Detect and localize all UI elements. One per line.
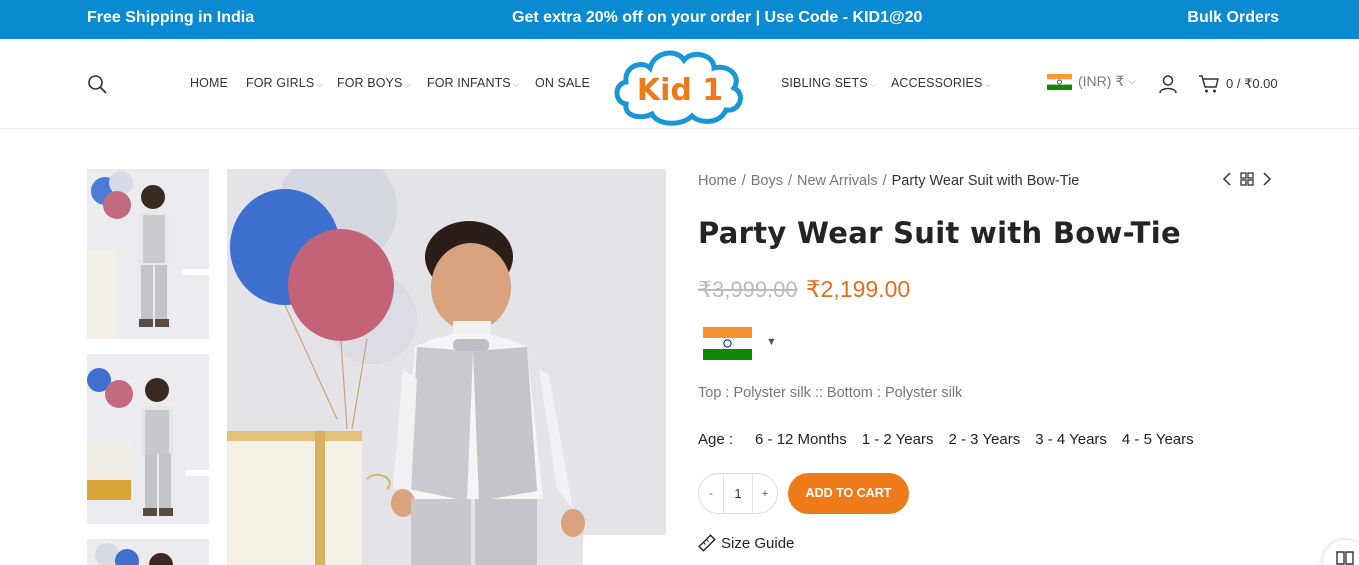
product-thumbnail-3[interactable] xyxy=(87,539,209,565)
original-price: ₹3,999.00 xyxy=(698,277,798,302)
product-title: Party Wear Suit with Bow-Tie xyxy=(698,216,1181,250)
ruler-icon xyxy=(698,534,716,552)
age-option[interactable]: 3 - 4 Years xyxy=(1035,431,1107,448)
promo-code-text: Get extra 20% off on your order | Use Co… xyxy=(512,9,923,26)
chevron-down-icon: ⌵ xyxy=(1128,76,1136,87)
breadcrumb-boys[interactable]: Boys xyxy=(751,173,783,189)
breadcrumb-separator: / xyxy=(882,173,887,189)
nav-for-infants-label: FOR INFANTS xyxy=(427,76,511,90)
age-option[interactable]: 4 - 5 Years xyxy=(1122,431,1194,448)
cart-icon[interactable] xyxy=(1198,74,1220,94)
breadcrumb-separator: / xyxy=(787,173,792,189)
age-option[interactable]: 1 - 2 Years xyxy=(862,431,934,448)
chevron-down-icon: ⌵ xyxy=(404,79,412,89)
sale-price: ₹2,199.00 xyxy=(806,276,911,302)
quantity-decrease-button[interactable]: - xyxy=(699,488,723,500)
size-guide-link[interactable]: Size Guide xyxy=(698,534,794,552)
nav-for-girls[interactable]: FOR GIRLS ⌵ xyxy=(246,76,323,90)
thumbnail-photo xyxy=(87,354,209,524)
age-label: Age : xyxy=(698,431,734,448)
material-description: Top : Polyster silk :: Bottom : Polyster… xyxy=(698,385,963,401)
chevron-left-icon[interactable] xyxy=(1222,172,1232,186)
nav-for-boys[interactable]: FOR BOYS ⌵ xyxy=(337,76,411,90)
nav-accessories-label: ACCESSORIES xyxy=(891,76,983,90)
age-option[interactable]: 6 - 12 Months xyxy=(755,431,847,448)
india-flag-icon xyxy=(1047,73,1072,90)
free-shipping-text: Free Shipping in India xyxy=(87,9,255,26)
bulk-orders-link[interactable]: Bulk Orders xyxy=(1187,9,1279,27)
product-navigation xyxy=(1222,172,1272,186)
logo-text: Kid 1 xyxy=(637,73,723,108)
breadcrumb-new-arrivals[interactable]: New Arrivals xyxy=(797,173,878,189)
breadcrumb-current: Party Wear Suit with Bow-Tie xyxy=(891,173,1080,189)
cart-total[interactable]: 0 / ₹0.00 xyxy=(1226,76,1278,92)
product-thumbnail-2[interactable] xyxy=(87,354,209,524)
nav-sibling-sets-label: SIBLING SETS xyxy=(781,76,868,90)
promo-bar: Free Shipping in India Get extra 20% off… xyxy=(0,0,1359,39)
search-icon[interactable] xyxy=(87,74,107,94)
chevron-down-icon: ⌵ xyxy=(869,79,877,89)
age-selector: Age : 6 - 12 Months 1 - 2 Years 2 - 3 Ye… xyxy=(698,431,1209,448)
main-product-photo xyxy=(227,169,666,565)
breadcrumb-home[interactable]: Home xyxy=(698,173,737,189)
user-icon[interactable] xyxy=(1158,74,1178,94)
currency-selector[interactable]: (INR) ₹ ⌵ xyxy=(1047,73,1136,90)
nav-for-girls-label: FOR GIRLS xyxy=(246,76,315,90)
india-flag-icon[interactable] xyxy=(703,327,752,360)
book-icon xyxy=(1336,551,1354,565)
breadcrumb: Home / Boys / New Arrivals / Party Wear Suit w… xyxy=(698,173,1079,189)
nav-on-sale[interactable]: ON SALE xyxy=(535,76,590,90)
kid1-logo[interactable]: Kid 1 xyxy=(612,46,748,126)
grid-icon[interactable] xyxy=(1240,172,1254,186)
dropdown-caret-icon[interactable]: ▼ xyxy=(766,336,777,348)
add-to-cart-button[interactable]: ADD TO CART xyxy=(788,473,909,514)
site-header: HOME FOR GIRLS ⌵ FOR BOYS ⌵ FOR INFANTS ⌵ O… xyxy=(0,39,1359,129)
quantity-increase-button[interactable]: + xyxy=(753,488,777,500)
nav-accessories[interactable]: ACCESSORIES ⌵ xyxy=(891,76,991,90)
product-main-image[interactable] xyxy=(227,169,666,565)
size-guide-label: Size Guide xyxy=(721,534,795,552)
chevron-right-icon[interactable] xyxy=(1262,172,1272,186)
currency-label: (INR) ₹ xyxy=(1078,73,1125,89)
nav-home-label: HOME xyxy=(190,76,228,90)
chevron-down-icon: ⌵ xyxy=(316,79,324,89)
nav-home[interactable]: HOME xyxy=(190,76,228,90)
nav-on-sale-label: ON SALE xyxy=(535,76,590,90)
age-option[interactable]: 2 - 3 Years xyxy=(948,431,1020,448)
quantity-stepper: - 1 + xyxy=(698,473,778,514)
chevron-down-icon: ⌵ xyxy=(512,79,520,89)
nav-for-boys-label: FOR BOYS xyxy=(337,76,403,90)
nav-for-infants[interactable]: FOR INFANTS ⌵ xyxy=(427,76,520,90)
thumbnail-photo xyxy=(87,539,209,565)
product-thumbnail-1[interactable] xyxy=(87,169,209,339)
quantity-input[interactable]: 1 xyxy=(723,474,753,513)
floating-action-button[interactable] xyxy=(1323,540,1359,565)
nav-sibling-sets[interactable]: SIBLING SETS ⌵ xyxy=(781,76,877,90)
thumbnail-photo xyxy=(87,169,209,339)
chevron-down-icon: ⌵ xyxy=(984,79,992,89)
breadcrumb-separator: / xyxy=(741,173,746,189)
